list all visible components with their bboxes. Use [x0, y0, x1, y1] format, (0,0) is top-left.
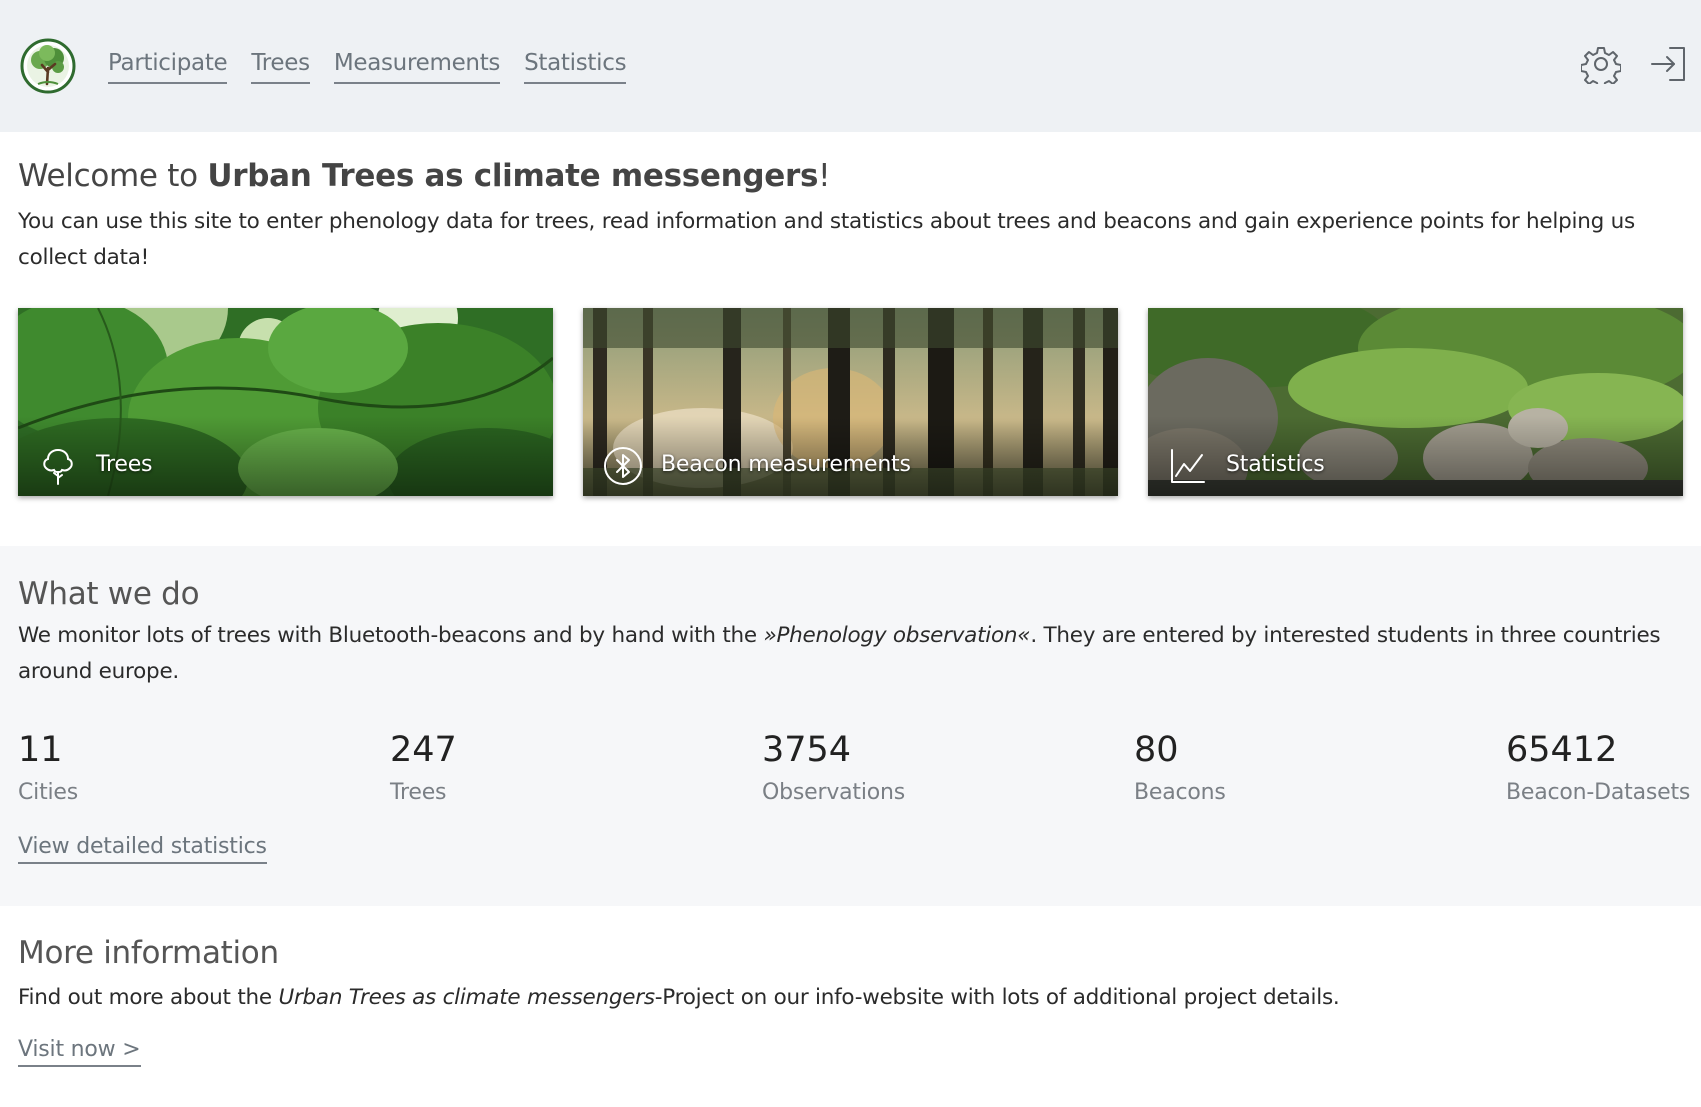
visit-now-link[interactable]: Visit now > — [18, 1037, 141, 1067]
chart-line-icon — [1171, 449, 1205, 483]
what-we-do-section: What we do We monitor lots of trees with… — [0, 546, 1701, 906]
tree-icon — [43, 448, 73, 485]
welcome-suffix: ! — [818, 158, 831, 194]
bluetooth-icon — [604, 447, 642, 485]
stat-label: Beacon-Datasets — [1506, 780, 1691, 805]
card-statistics[interactable]: Statistics — [1148, 308, 1683, 496]
tree-logo-icon — [20, 38, 76, 94]
card-trees-label: Trees — [96, 452, 153, 477]
section-title-what-we-do: What we do — [18, 576, 200, 612]
more-information-text: Find out more about the Urban Trees as c… — [18, 980, 1688, 1016]
welcome-prefix: Welcome to — [18, 158, 208, 194]
stat-value: 11 — [18, 730, 63, 770]
view-detailed-statistics-link[interactable]: View detailed statistics — [18, 834, 267, 864]
stat-observations: 3754 Observations — [762, 730, 905, 805]
phenology-emphasis: »Phenology observation« — [763, 623, 1031, 648]
text-part: We monitor lots of trees with Bluetooth-… — [18, 623, 764, 648]
project-name-emphasis: Urban Trees as climate messengers — [278, 985, 655, 1010]
welcome-heading: Welcome to Urban Trees as climate messen… — [18, 158, 831, 194]
card-trees[interactable]: Trees — [18, 308, 553, 496]
stat-label: Beacons — [1134, 780, 1226, 805]
nav-statistics[interactable]: Statistics — [524, 48, 627, 84]
stat-label: Trees — [390, 780, 447, 805]
stat-value: 80 — [1134, 730, 1179, 770]
card-beacon-measurements[interactable]: Beacon measurements — [583, 308, 1118, 496]
text-part: -Project on our info-website with lots o… — [654, 985, 1340, 1010]
stat-value: 65412 — [1506, 730, 1618, 770]
site-logo[interactable] — [20, 38, 76, 94]
stat-trees: 247 Trees — [390, 730, 457, 805]
gear-icon — [1580, 47, 1622, 89]
main-nav: Participate Trees Measurements Statistic… — [108, 48, 627, 84]
stat-cities: 11 Cities — [18, 730, 78, 805]
nav-trees[interactable]: Trees — [251, 48, 310, 84]
nav-participate[interactable]: Participate — [108, 48, 228, 84]
text-part: Find out more about the — [18, 985, 279, 1010]
stat-beacon-datasets: 65412 Beacon-Datasets — [1506, 730, 1690, 805]
section-title-more-information: More information — [18, 935, 279, 971]
project-name: Urban Trees as climate messengers — [207, 158, 819, 194]
intro-text: You can use this site to enter phenology… — [18, 209, 1635, 270]
login-button[interactable] — [1648, 44, 1688, 84]
nav-measurements[interactable]: Measurements — [333, 48, 500, 84]
stat-label: Observations — [762, 780, 906, 805]
settings-button[interactable] — [1580, 44, 1622, 89]
top-navbar: Participate Trees Measurements Statistic… — [0, 0, 1701, 132]
stat-beacons: 80 Beacons — [1134, 730, 1226, 805]
stat-label: Cities — [18, 780, 79, 805]
card-beacon-label: Beacon measurements — [661, 452, 911, 477]
stat-value: 3754 — [762, 730, 852, 770]
sign-in-icon — [1651, 47, 1685, 81]
card-statistics-label: Statistics — [1226, 452, 1325, 477]
what-we-do-text: We monitor lots of trees with Bluetooth-… — [18, 618, 1688, 690]
stat-value: 247 — [390, 730, 457, 770]
